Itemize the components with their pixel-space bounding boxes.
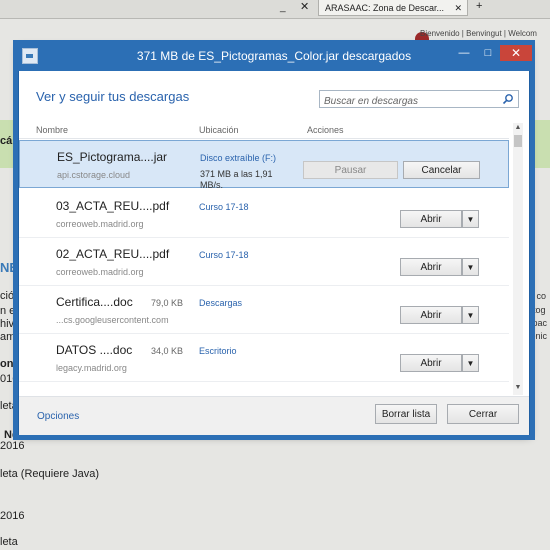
- file-size: 79,0 KB: [151, 298, 184, 308]
- tab-title: ARASAAC: Zona de Descar...: [325, 3, 445, 13]
- file-source: legacy.madrid.org: [56, 363, 127, 373]
- file-name: 02_ACTA_REU....pdf: [56, 247, 170, 261]
- column-header-actions: Acciones: [307, 125, 344, 135]
- bg-fragment: tenic: [528, 331, 548, 341]
- open-button[interactable]: Abrir: [400, 354, 462, 372]
- new-tab-button[interactable]: +: [476, 0, 482, 12]
- window-minimize-button[interactable]: _: [280, 2, 286, 13]
- file-name: Certifica....doc: [56, 295, 133, 309]
- file-source: correoweb.madrid.org: [56, 267, 144, 277]
- file-source: ...cs.googleusercontent.com: [56, 315, 169, 325]
- download-row[interactable]: Certifica....doc 79,0 KB ...cs.googleuse…: [19, 286, 509, 334]
- minimize-button[interactable]: —: [452, 45, 476, 61]
- bg-link-requiere-java[interactable]: leta (Requiere Java): [0, 468, 99, 480]
- open-button[interactable]: Abrir: [400, 306, 462, 324]
- maximize-button[interactable]: □: [476, 45, 500, 61]
- column-header-location[interactable]: Ubicación: [199, 125, 239, 135]
- file-location-link[interactable]: Curso 17-18: [199, 202, 249, 212]
- bg-fragment: 016: [0, 373, 19, 385]
- options-link[interactable]: Opciones: [37, 411, 79, 422]
- clear-list-button[interactable]: Borrar lista: [375, 404, 437, 424]
- downloads-list: ES_Pictograma....jar api.cstorage.cloud …: [19, 140, 509, 406]
- file-location-link[interactable]: Curso 17-18: [199, 250, 249, 260]
- bg-fragment: 2016: [0, 440, 25, 452]
- file-name: 03_ACTA_REU....pdf: [56, 199, 170, 213]
- scroll-up-icon[interactable]: ▲: [513, 123, 523, 133]
- search-input[interactable]: [320, 92, 500, 111]
- search-box[interactable]: [319, 90, 519, 111]
- close-button[interactable]: Cerrar: [447, 404, 519, 424]
- open-options-dropdown-icon[interactable]: ▼: [462, 306, 479, 324]
- browser-tab-bar: _ ✕ ARASAAC: Zona de Descar... ✕ +: [0, 0, 550, 19]
- file-source: correoweb.madrid.org: [56, 219, 144, 229]
- search-icon[interactable]: [502, 93, 514, 105]
- bg-fragment: E co: [528, 291, 547, 301]
- scroll-thumb[interactable]: [514, 135, 522, 147]
- welcome-text: Bienvenido | Benvingut | Welcom: [420, 29, 537, 38]
- downloads-heading: Ver y seguir tus descargas: [36, 89, 190, 104]
- scroll-down-icon[interactable]: ▼: [513, 383, 523, 393]
- open-options-dropdown-icon[interactable]: ▼: [462, 354, 479, 372]
- bg-fragment: NE: [0, 260, 19, 275]
- dialog-titlebar[interactable]: 371 MB de ES_Pictogramas_Color.jar desca…: [14, 41, 534, 71]
- pause-button[interactable]: Pausar: [303, 161, 398, 179]
- window-close-button[interactable]: ✕: [300, 0, 309, 13]
- header-divider: [19, 138, 509, 139]
- bg-fragment: on I: [0, 358, 20, 370]
- download-row[interactable]: 03_ACTA_REU....pdf correoweb.madrid.org …: [19, 190, 509, 238]
- download-row[interactable]: 02_ACTA_REU....pdf correoweb.madrid.org …: [19, 238, 509, 286]
- open-button[interactable]: Abrir: [400, 210, 462, 228]
- list-scrollbar[interactable]: ▲ ▼: [513, 123, 523, 395]
- bg-fragment: leta: [0, 400, 18, 412]
- cancel-button[interactable]: Cancelar: [403, 161, 480, 179]
- file-source: api.cstorage.cloud: [57, 170, 131, 180]
- bg-fragment: otog: [528, 305, 546, 315]
- file-location-link[interactable]: Escritorio: [199, 346, 237, 356]
- close-window-button[interactable]: ✕: [500, 45, 532, 61]
- open-button[interactable]: Abrir: [400, 258, 462, 276]
- download-row[interactable]: ES_Pictograma....jar api.cstorage.cloud …: [19, 140, 509, 190]
- downloads-dialog: 371 MB de ES_Pictogramas_Color.jar desca…: [14, 41, 534, 435]
- file-name: ES_Pictograma....jar: [57, 150, 168, 164]
- tab-close-icon[interactable]: ✕: [454, 0, 462, 15]
- bg-fragment: 2016: [0, 510, 25, 522]
- open-options-dropdown-icon[interactable]: ▼: [462, 258, 479, 276]
- download-row[interactable]: DATOS ....doc 34,0 KB legacy.madrid.org …: [19, 334, 509, 382]
- file-name: DATOS ....doc: [56, 343, 133, 357]
- column-header-name[interactable]: Nombre: [36, 125, 68, 135]
- file-location-link[interactable]: Descargas: [199, 298, 242, 308]
- file-location-link[interactable]: Disco extraíble (F:): [200, 153, 276, 163]
- bg-fragment: spac: [528, 318, 548, 328]
- open-options-dropdown-icon[interactable]: ▼: [462, 210, 479, 228]
- browser-tab-arasaac[interactable]: ARASAAC: Zona de Descar... ✕: [318, 0, 468, 16]
- dialog-footer: Opciones Borrar lista Cerrar: [19, 396, 529, 435]
- file-size: 34,0 KB: [151, 346, 184, 356]
- download-progress-text: 371 MB a las 1,91 MB/s.: [200, 169, 273, 190]
- bg-fragment: leta: [0, 536, 18, 548]
